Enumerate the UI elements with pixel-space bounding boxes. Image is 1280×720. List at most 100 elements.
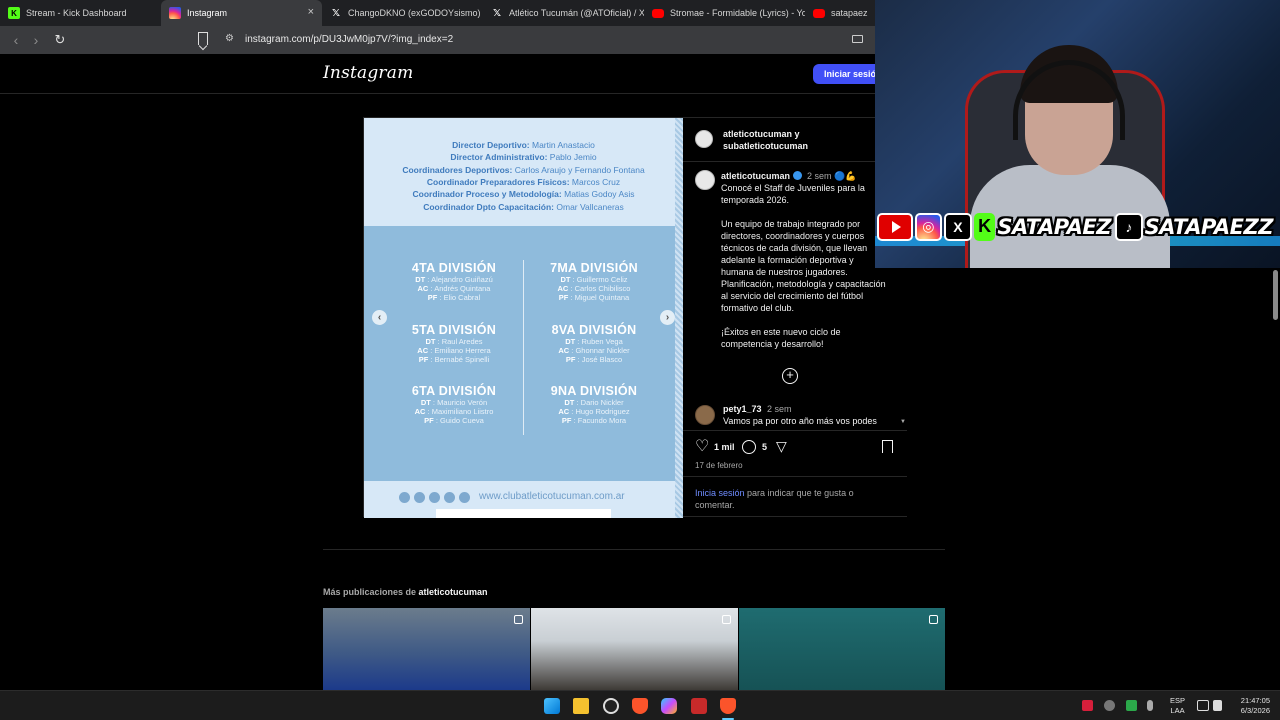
divider bbox=[683, 161, 907, 162]
forward-icon[interactable]: › bbox=[26, 32, 46, 48]
site-info-icon[interactable]: ⚙ bbox=[225, 33, 234, 44]
post-date: 17 de febrero bbox=[695, 461, 743, 470]
comment-text: Vamos pa por otro año más vos podes bbox=[723, 416, 877, 426]
division-8va: 8VA DIVISIÓN DT : Ruben Vega AC : Ghonna… bbox=[551, 323, 637, 364]
staff-line: Coordinador Proceso y Metodología: Matia… bbox=[412, 189, 635, 199]
brave-icon[interactable] bbox=[632, 698, 648, 714]
x-icon: X bbox=[944, 212, 972, 241]
network-icon[interactable] bbox=[1197, 700, 1209, 711]
scroll-thumb[interactable] bbox=[1273, 270, 1278, 320]
back-icon[interactable]: ‹ bbox=[6, 32, 26, 48]
load-more-icon[interactable]: + bbox=[782, 368, 798, 384]
caption-time: 2 sem bbox=[807, 171, 832, 181]
club-website: www.clubatleticotucuman.com.ar bbox=[479, 491, 625, 502]
login-button[interactable]: Iniciar sesió bbox=[813, 64, 883, 84]
carousel-next-button[interactable]: › bbox=[660, 310, 675, 325]
instagram-icon bbox=[169, 7, 181, 19]
volume-icon[interactable] bbox=[1213, 700, 1222, 711]
avatar[interactable] bbox=[695, 405, 715, 425]
comment-username[interactable]: pety1_73 bbox=[723, 404, 762, 414]
close-icon[interactable]: × bbox=[308, 6, 314, 18]
windows-start-icon[interactable] bbox=[544, 698, 560, 714]
divider bbox=[683, 476, 907, 477]
language-indicator[interactable]: ESP LAA bbox=[1170, 696, 1185, 716]
avatar[interactable] bbox=[695, 130, 713, 148]
instagram-icon: ◎ bbox=[914, 212, 943, 241]
brave-icon[interactable] bbox=[720, 698, 736, 714]
youtube-icon bbox=[877, 212, 913, 241]
tab-atletico-tucuman[interactable]: 𝕏 Atlético Tucumán (@ATOficial) / X bbox=[483, 0, 644, 26]
divider bbox=[323, 549, 945, 550]
tiktok-icon: ♪ bbox=[1115, 212, 1143, 241]
division-4ta: 4TA DIVISIÓN DT : Alejandro Guiñazú AC :… bbox=[411, 261, 497, 302]
reload-icon[interactable]: ↻ bbox=[50, 32, 70, 48]
address-bar[interactable]: instagram.com/p/DU3JwM0jp7V/?img_index=2 bbox=[245, 34, 453, 45]
instagram-icon bbox=[414, 492, 425, 503]
caption-paragraph: Un equipo de trabajo integrado por direc… bbox=[721, 219, 886, 313]
post-caption: atleticotucuman 2 sem 🔵💪 Conocé el Staff… bbox=[721, 170, 886, 350]
tiktok-handle: SATAPAEZZ bbox=[1144, 214, 1274, 239]
copilot-icon[interactable] bbox=[661, 698, 677, 714]
taskbar: ESP LAA 21:47:05 6/3/2026 bbox=[0, 690, 1280, 720]
avatar[interactable] bbox=[695, 170, 715, 190]
post-thumbnail[interactable] bbox=[323, 608, 530, 690]
file-explorer-icon[interactable] bbox=[573, 698, 589, 714]
post-thumbnail[interactable] bbox=[531, 608, 738, 690]
more-posts-heading: Más publicaciones de atleticotucuman bbox=[323, 587, 488, 597]
comment-time: 2 sem bbox=[767, 404, 792, 414]
staff-line: Director Deportivo: Martin Anastacio bbox=[452, 140, 595, 150]
facebook-icon bbox=[444, 492, 455, 503]
instagram-header: Instagram Iniciar sesió bbox=[0, 54, 883, 94]
carousel-prev-button[interactable]: ‹ bbox=[372, 310, 387, 325]
bookmark-icon[interactable] bbox=[198, 32, 208, 45]
division-7ma: 7MA DIVISIÓN DT : Guillermo Celiz AC : C… bbox=[550, 261, 638, 302]
tray-app-icon[interactable] bbox=[1082, 700, 1093, 711]
video-icon bbox=[514, 615, 523, 624]
tab-title: Stream - Kick Dashboard bbox=[26, 8, 127, 18]
heart-icon[interactable]: ♡ bbox=[695, 439, 709, 455]
obs-icon[interactable] bbox=[603, 698, 619, 714]
tab-satapaez[interactable]: satapaez bbox=[805, 0, 875, 26]
post-author-header[interactable]: atleticotucuman y subatleticotucuman bbox=[723, 128, 808, 152]
youtube-icon bbox=[813, 8, 825, 18]
clock[interactable]: 21:47:05 6/3/2026 bbox=[1232, 696, 1270, 716]
post-image[interactable]: Director Deportivo: Martin Anastacio Dir… bbox=[364, 118, 683, 518]
tab-instagram[interactable]: Instagram × bbox=[161, 0, 322, 26]
page-scrollbar[interactable] bbox=[1271, 270, 1280, 690]
comments-count: 5 bbox=[762, 442, 768, 452]
likes-count[interactable]: 1 mil bbox=[714, 442, 735, 452]
instagram-logo[interactable]: Instagram bbox=[323, 63, 413, 83]
comment: pety1_73 2 sem Vamos pa por otro año más… bbox=[723, 403, 888, 427]
x-icon: 𝕏 bbox=[331, 7, 341, 19]
staff-line: Director Administrativo: Pablo Jemio bbox=[450, 152, 597, 162]
streamer-socials: ◎ X K SATAPAEZ ♪ SATAPAEZZ bbox=[877, 211, 1277, 242]
tray-app-icon[interactable] bbox=[1104, 700, 1115, 711]
more-posts-account-link[interactable]: atleticotucuman bbox=[419, 587, 488, 597]
tab-changodkno[interactable]: 𝕏 ChangoDKNO (exGODOYsismo) en X bbox=[322, 0, 483, 26]
cast-icon[interactable] bbox=[852, 35, 863, 43]
login-prompt: Inicia sesión para indicar que te gusta … bbox=[695, 488, 854, 510]
post-card: Director Deportivo: Martin Anastacio Dir… bbox=[363, 117, 907, 518]
comment-icon[interactable] bbox=[742, 440, 756, 454]
scroll-down-icon[interactable]: ▼ bbox=[900, 419, 906, 425]
login-link[interactable]: Inicia sesión bbox=[695, 488, 745, 498]
tab-kick-dashboard[interactable]: K Stream - Kick Dashboard bbox=[0, 0, 161, 26]
tab-stromae[interactable]: Stromae - Formidable (Lyrics) - YouT bbox=[644, 0, 805, 26]
tab-title: Instagram bbox=[187, 8, 228, 18]
verified-icon bbox=[792, 171, 802, 180]
app-icon[interactable] bbox=[691, 698, 707, 714]
footer-stripe bbox=[436, 509, 611, 518]
caption-username[interactable]: atleticotucuman bbox=[721, 171, 790, 181]
video-icon bbox=[722, 615, 731, 624]
microphone-icon[interactable] bbox=[1147, 700, 1153, 711]
share-icon[interactable]: ▽ bbox=[776, 438, 787, 455]
division-5ta: 5TA DIVISIÓN DT : Raul Aredes AC : Emili… bbox=[411, 323, 497, 364]
bookmark-icon[interactable] bbox=[882, 440, 893, 453]
caption-paragraph: ¡Éxitos en este nuevo ciclo de competenc… bbox=[721, 327, 841, 349]
post-thumbnail[interactable] bbox=[739, 608, 945, 690]
division-9na: 9NA DIVISIÓN DT : Dario Nickler AC : Hug… bbox=[550, 384, 638, 425]
youtube-icon bbox=[399, 492, 410, 503]
tray-app-icon[interactable] bbox=[1126, 700, 1137, 711]
x-icon bbox=[429, 492, 440, 503]
tab-title: satapaez bbox=[831, 8, 868, 18]
